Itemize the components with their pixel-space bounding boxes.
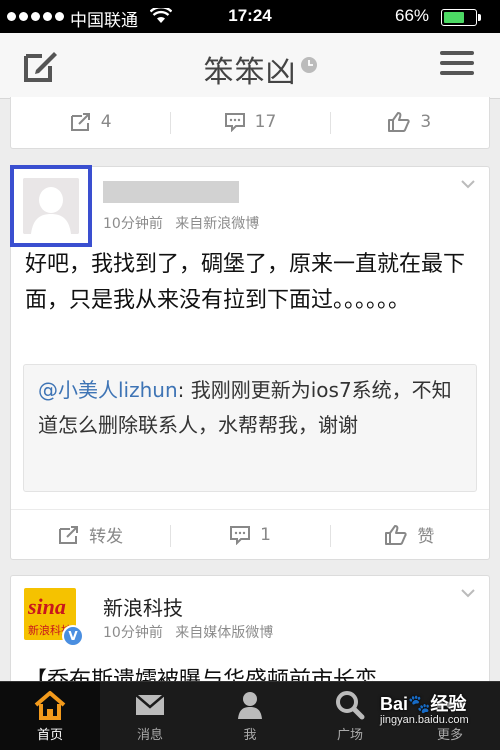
watermark-url: jingyan.baidu.com xyxy=(380,714,469,726)
tab-label: 我 xyxy=(243,728,257,743)
avatar-highlight xyxy=(10,165,92,247)
post-author[interactable]: 新浪科技 xyxy=(103,592,183,621)
battery-tip xyxy=(478,14,481,21)
page-title[interactable]: 笨笨凶 xyxy=(204,55,297,90)
menu-icon[interactable] xyxy=(440,51,474,81)
thumbs-up-icon xyxy=(385,524,407,545)
post-source: 来自媒体版微博 xyxy=(175,625,274,641)
nav-bar: 笨笨凶 xyxy=(0,33,500,99)
post-source: 来自新浪微博 xyxy=(175,216,260,232)
repost-count: 4 xyxy=(100,112,112,132)
tab-label: 消息 xyxy=(136,728,163,743)
repost-icon xyxy=(59,525,79,544)
quoted-post[interactable]: @小美人lizhun: 我刚刚更新为ios7系统，不知道怎么删除联系人，水帮帮我… xyxy=(23,364,477,492)
card-actions: 4 17 3 xyxy=(11,97,489,147)
card-actions: 转发 1 赞 xyxy=(11,509,489,559)
repost-button[interactable]: 4 xyxy=(11,97,170,147)
tab-me[interactable]: 我 xyxy=(200,682,300,750)
comment-icon xyxy=(230,525,251,545)
default-avatar-icon xyxy=(23,178,79,234)
comment-button[interactable]: 17 xyxy=(170,97,329,147)
like-button[interactable]: 3 xyxy=(329,97,489,147)
repost-button[interactable]: 转发 xyxy=(11,510,170,559)
username-blurred[interactable] xyxy=(103,181,239,203)
chevron-down-icon[interactable] xyxy=(461,588,475,598)
verified-badge: V xyxy=(62,625,84,647)
like-button[interactable]: 赞 xyxy=(329,510,489,559)
clock-icon xyxy=(301,57,317,73)
like-count: 3 xyxy=(420,112,432,132)
post-time: 10分钟前 xyxy=(103,216,163,232)
like-label: 赞 xyxy=(417,527,435,547)
post-text: 好吧，我找到了，碉堡了，原来一直就在最下面，只是我从来没有拉到下面过。。。。。。 xyxy=(25,252,466,313)
quote-mention-link[interactable]: @小美人lizhun xyxy=(38,378,178,402)
tab-home[interactable]: 首页 xyxy=(0,682,100,750)
thumbs-up-icon xyxy=(388,112,411,132)
search-icon xyxy=(336,691,365,720)
post-time: 10分钟前 xyxy=(103,625,163,641)
person-icon xyxy=(238,692,262,719)
tab-label: 更多 xyxy=(436,728,463,743)
tab-label: 首页 xyxy=(36,728,63,743)
mail-icon xyxy=(135,694,165,715)
feed-card-previous: 4 17 3 xyxy=(10,97,490,149)
post-meta: 10分钟前 来自媒体版微博 xyxy=(103,622,273,642)
repost-label: 转发 xyxy=(89,527,124,547)
comment-count: 17 xyxy=(254,112,277,132)
sina-logo-text: sina xyxy=(28,594,66,619)
post-meta: 10分钟前 来自新浪微博 xyxy=(103,213,259,233)
chevron-down-icon[interactable] xyxy=(461,179,475,189)
tab-messages[interactable]: 消息 xyxy=(100,682,200,750)
avatar[interactable] xyxy=(23,178,79,234)
feed-card-sina-tech: sina 新浪科技 V 新浪科技 10分钟前 来自媒体版微博 【乔布斯遗孀被曝与… xyxy=(10,575,490,695)
watermark-brand: Bai🐾经验 xyxy=(380,694,467,714)
home-icon xyxy=(34,691,66,720)
comment-button[interactable]: 1 xyxy=(170,510,329,559)
feed-card-post: ノ 10分钟前 来自新浪微博 好吧，我找到了，碉堡了，原来一直就在最下面，只是我… xyxy=(10,165,490,560)
status-bar: 中国联通 17:24 66% xyxy=(0,0,500,33)
nav-title-wrap[interactable]: 笨笨凶 xyxy=(0,47,500,91)
tab-label: 广场 xyxy=(336,728,363,743)
battery-percent: 66% xyxy=(395,6,430,25)
comment-count: 1 xyxy=(260,524,271,545)
comment-icon xyxy=(224,113,245,132)
battery-icon xyxy=(441,9,477,26)
repost-icon xyxy=(70,113,90,131)
